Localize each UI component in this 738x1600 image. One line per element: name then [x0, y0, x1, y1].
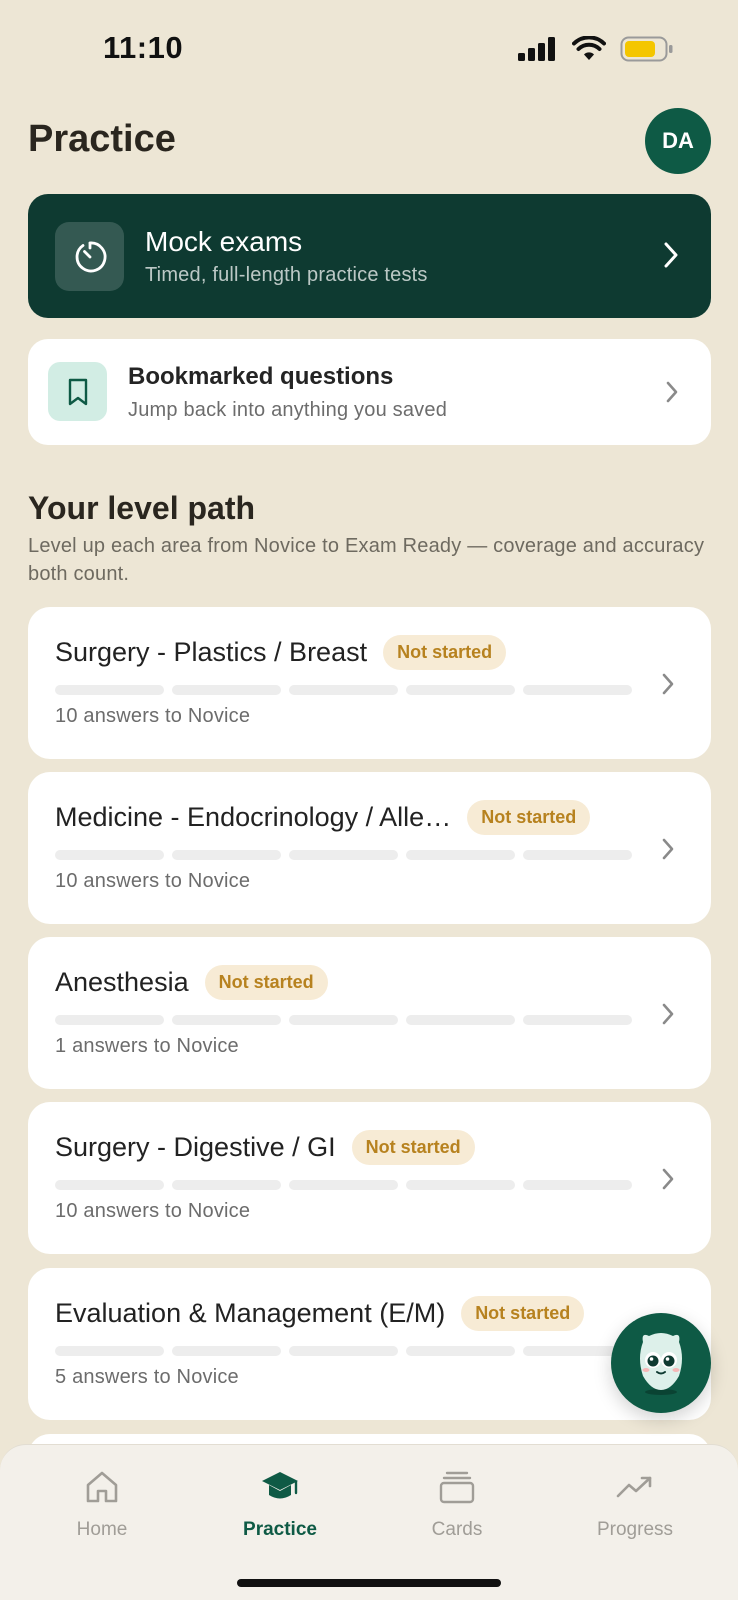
- tab-home[interactable]: Home: [32, 1467, 172, 1541]
- status-icons: [518, 36, 674, 62]
- tab-label: Cards: [431, 1519, 483, 1540]
- bookmarked-subtitle: Jump back into anything you saved: [128, 399, 448, 421]
- level-name: Surgery - Digestive / GI: [55, 1132, 336, 1162]
- level-progress-bar: [55, 685, 632, 695]
- status-time: 11:10: [103, 30, 184, 65]
- timer-icon-box: [55, 222, 124, 291]
- tab-progress[interactable]: Progress: [565, 1467, 705, 1541]
- level-path-title: Your level path: [28, 490, 256, 526]
- mascot-icon: [640, 1333, 682, 1395]
- mascot-assistant-button[interactable]: [611, 1313, 711, 1413]
- status-badge: Not started: [467, 800, 591, 835]
- level-card[interactable]: Anesthesia Not started 1 answers to Novi…: [28, 937, 711, 1089]
- tab-label: Home: [76, 1519, 128, 1540]
- chevron-right-icon: [662, 1168, 674, 1190]
- level-name: Surgery - Plastics / Breast: [55, 637, 368, 667]
- status-badge: Not started: [461, 1296, 585, 1331]
- level-subtitle: 10 answers to Novice: [55, 870, 251, 892]
- status-badge: Not started: [383, 635, 507, 670]
- bookmarked-questions-card[interactable]: Bookmarked questions Jump back into anyt…: [28, 339, 711, 445]
- graduation-cap-icon: [262, 1472, 298, 1499]
- tab-practice[interactable]: Practice: [210, 1467, 350, 1541]
- chevron-right-icon: [666, 381, 678, 403]
- page-title: Practice: [28, 118, 176, 160]
- level-progress-bar: [55, 850, 632, 860]
- level-name: Anesthesia: [55, 967, 189, 997]
- chevron-right-icon: [662, 838, 674, 860]
- timer-icon: [75, 241, 106, 272]
- level-card[interactable]: Evaluation & Management (E/M) Not starte…: [28, 1268, 711, 1420]
- level-card[interactable]: Medicine - Endocrinology / Alle… Not sta…: [28, 772, 711, 924]
- trend-up-icon: [616, 1476, 652, 1498]
- chevron-right-icon: [664, 242, 678, 268]
- cards-icon: [439, 1471, 475, 1504]
- status-badge: Not started: [351, 1130, 475, 1165]
- status-badge: Not started: [204, 965, 328, 1000]
- bookmarked-title: Bookmarked questions: [128, 363, 394, 390]
- level-subtitle: 10 answers to Novice: [55, 1200, 251, 1222]
- status-bar: 11:10: [0, 0, 738, 100]
- chevron-right-icon: [662, 673, 674, 695]
- level-name: Medicine - Endocrinology / Alle…: [55, 802, 452, 832]
- level-card[interactable]: Surgery - Digestive / GI Not started 10 …: [28, 1102, 711, 1254]
- battery-icon: [620, 36, 673, 62]
- bookmark-icon: [68, 378, 87, 405]
- level-progress-bar: [55, 1015, 632, 1025]
- level-subtitle: 1 answers to Novice: [55, 1035, 239, 1057]
- level-progress-bar: [55, 1180, 632, 1190]
- level-name: Evaluation & Management (E/M): [55, 1298, 446, 1328]
- wifi-icon: [572, 36, 606, 60]
- level-path-description: Level up each area from Novice to Exam R…: [28, 535, 705, 585]
- mock-exams-subtitle: Timed, full-length practice tests: [145, 264, 428, 286]
- tab-label: Practice: [243, 1519, 317, 1540]
- level-card[interactable]: Surgery - Plastics / Breast Not started …: [28, 607, 711, 759]
- bookmark-icon-box: [48, 362, 107, 421]
- tab-cards[interactable]: Cards: [387, 1467, 527, 1541]
- level-subtitle: 10 answers to Novice: [55, 705, 251, 727]
- chevron-right-icon: [662, 1003, 674, 1025]
- home-icon: [86, 1471, 118, 1503]
- tab-bar: Home Practice Cards Progress: [0, 1444, 738, 1600]
- signal-icon: [518, 37, 555, 61]
- tab-label: Progress: [596, 1519, 674, 1540]
- avatar[interactable]: DA: [645, 108, 711, 174]
- level-subtitle: 5 answers to Novice: [55, 1366, 239, 1388]
- home-indicator: [237, 1579, 501, 1587]
- mock-exams-title: Mock exams: [145, 226, 303, 257]
- level-progress-bar: [55, 1346, 632, 1356]
- mock-exams-card[interactable]: Mock exams Timed, full-length practice t…: [28, 194, 711, 318]
